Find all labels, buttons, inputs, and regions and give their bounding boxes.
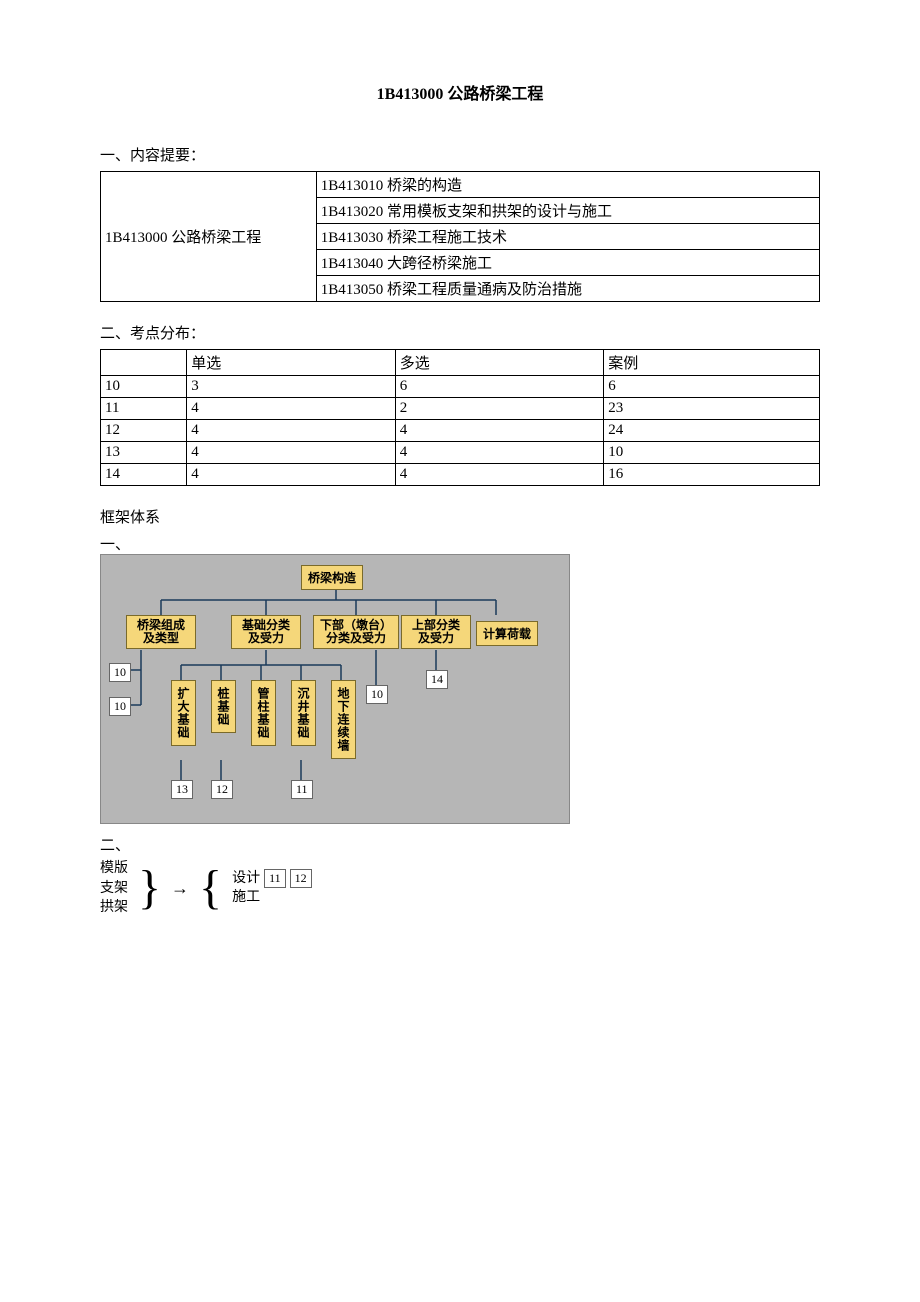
table-cell: 4	[395, 442, 604, 464]
content-outline-table: 1B413000 公路桥梁工程 1B413010 桥梁的构造 1B413020 …	[100, 171, 820, 302]
num-node: 10	[109, 697, 131, 716]
table-cell: 13	[101, 442, 187, 464]
outline-row: 1B413040 大跨径桥梁施工	[316, 250, 819, 276]
table-cell: 6	[604, 376, 820, 398]
table-cell: 16	[604, 464, 820, 486]
d2-right-label: 设计	[232, 869, 260, 889]
exam-points-table: 单选 多选 案例 10 3 6 6 11 4 2 23 12 4 4 24 13…	[100, 349, 820, 486]
num-node: 14	[426, 670, 448, 689]
outline-left-cell: 1B413000 公路桥梁工程	[101, 172, 317, 302]
page-title: 1B413000 公路桥梁工程	[100, 80, 820, 104]
table-cell: 4	[187, 442, 396, 464]
right-brace-icon: }	[138, 864, 161, 912]
table-cell: 11	[101, 398, 187, 420]
num-box: 12	[290, 869, 312, 888]
num-node: 10	[109, 663, 131, 682]
table-cell: 24	[604, 420, 820, 442]
framework-heading: 框架体系	[100, 506, 820, 527]
foundation-node: 桩基础	[211, 680, 236, 733]
num-node: 12	[211, 780, 233, 799]
table-header: 多选	[395, 350, 604, 376]
num-node: 11	[291, 780, 313, 799]
foundation-node: 地下连续墙	[331, 680, 356, 759]
foundation-node: 扩大基础	[171, 680, 196, 746]
d2-right-label: 施工	[232, 888, 260, 908]
table-cell: 4	[187, 420, 396, 442]
section2-heading: 二、考点分布：	[100, 322, 820, 343]
outline-row: 1B413050 桥梁工程质量通病及防治措施	[316, 276, 819, 302]
d2-left-item: 模版	[100, 859, 128, 879]
bridge-structure-diagram: 桥梁构造 桥梁组成及类型 基础分类及受力 下部（墩台）分类及受力 上部分类及受力…	[100, 554, 570, 824]
num-node: 13	[171, 780, 193, 799]
table-cell: 10	[604, 442, 820, 464]
outline-row: 1B413020 常用模板支架和拱架的设计与施工	[316, 198, 819, 224]
table-cell: 12	[101, 420, 187, 442]
level2-node: 下部（墩台）分类及受力	[313, 615, 399, 649]
table-header: 案例	[604, 350, 820, 376]
section1-heading: 一、内容提要：	[100, 144, 820, 165]
table-cell: 4	[187, 398, 396, 420]
framework-sub1: 一、	[100, 533, 820, 554]
level2-node: 基础分类及受力	[231, 615, 301, 649]
foundation-node: 沉井基础	[291, 680, 316, 746]
framework-sub2: 二、	[100, 834, 820, 855]
table-header: 单选	[187, 350, 396, 376]
root-node: 桥梁构造	[301, 565, 363, 590]
foundation-node: 管柱基础	[251, 680, 276, 746]
num-node: 10	[366, 685, 388, 704]
d2-right-col: 设计 11 12 施工	[232, 869, 312, 908]
left-brace-icon: {	[199, 864, 222, 912]
level2-node: 上部分类及受力	[401, 615, 471, 649]
d2-left-item: 支架	[100, 879, 128, 899]
level2-node: 桥梁组成及类型	[126, 615, 196, 649]
outline-row: 1B413030 桥梁工程施工技术	[316, 224, 819, 250]
table-cell: 4	[395, 420, 604, 442]
num-box: 11	[264, 869, 286, 888]
d2-left-col: 模版 支架 拱架	[100, 859, 128, 918]
level2-node: 计算荷载	[476, 621, 538, 646]
table-cell: 6	[395, 376, 604, 398]
table-cell: 4	[187, 464, 396, 486]
table-header	[101, 350, 187, 376]
table-cell: 10	[101, 376, 187, 398]
outline-row: 1B413010 桥梁的构造	[316, 172, 819, 198]
arrow-right-icon: →	[171, 878, 189, 899]
formwork-diagram: 模版 支架 拱架 } → { 设计 11 12 施工	[100, 859, 820, 918]
d2-left-item: 拱架	[100, 898, 128, 918]
table-cell: 4	[395, 464, 604, 486]
table-cell: 23	[604, 398, 820, 420]
table-cell: 14	[101, 464, 187, 486]
table-cell: 2	[395, 398, 604, 420]
table-cell: 3	[187, 376, 396, 398]
